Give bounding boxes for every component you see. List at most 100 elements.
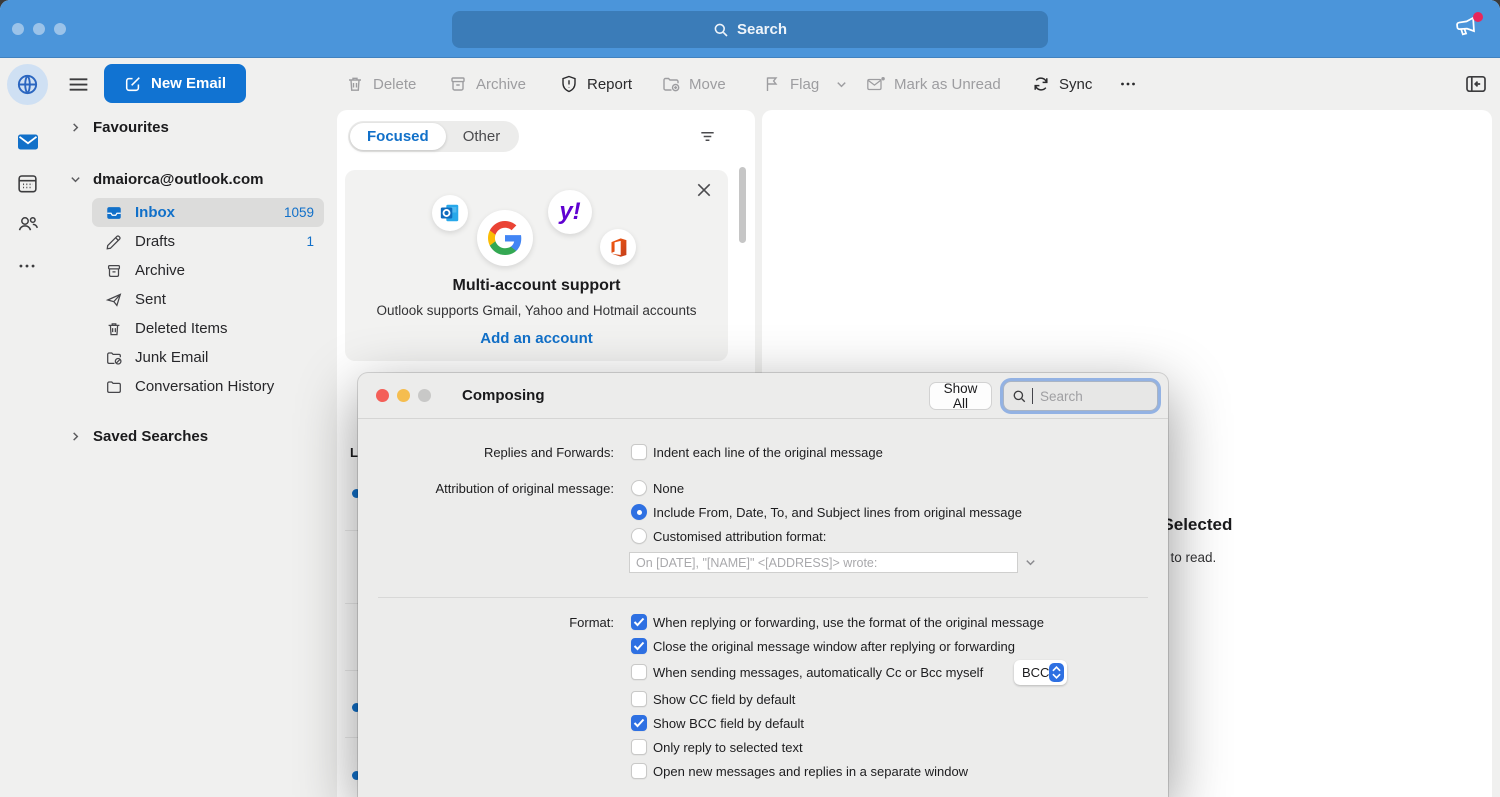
separate-window-checkbox[interactable] <box>631 763 647 779</box>
toolbar-report-button[interactable]: Report <box>559 70 632 98</box>
shield-report-icon <box>559 74 579 94</box>
saved-searches-label: Saved Searches <box>93 428 208 445</box>
sidebar-item-inbox[interactable]: Inbox 1059 <box>92 198 324 227</box>
tab-other[interactable]: Other <box>446 123 518 150</box>
junk-folder-icon <box>105 349 123 367</box>
attribution-format-input[interactable]: On [DATE], "[NAME]" <[ADDRESS]> wrote: <box>629 552 1018 573</box>
sidebar-item-deleted-items[interactable]: Deleted Items <box>92 314 324 343</box>
preferences-search-input[interactable] <box>1038 388 1148 405</box>
trash-icon <box>105 320 123 338</box>
toolbar-mark-unread-label: Mark as Unread <box>894 76 1001 93</box>
attribution-none-radio[interactable] <box>631 480 647 496</box>
global-search-button[interactable]: Search <box>452 11 1048 48</box>
reading-pane-toggle-button[interactable] <box>1464 72 1488 96</box>
whats-new-button[interactable] <box>1452 14 1482 44</box>
dialog-titlebar-divider <box>358 418 1168 419</box>
sidebar-item-conversation-history[interactable]: Conversation History <box>92 372 324 401</box>
sidebar-toggle-button[interactable] <box>66 72 91 97</box>
rail-mail-button[interactable] <box>16 130 39 153</box>
folder-label: Sent <box>135 291 302 308</box>
attribution-include-label: Include From, Date, To, and Subject line… <box>653 505 1022 520</box>
toolbar-flag-label: Flag <box>790 76 819 93</box>
sidebar-item-archive[interactable]: Archive <box>92 256 324 285</box>
add-account-link[interactable]: Add an account <box>345 330 728 347</box>
show-bcc-label: Show BCC field by default <box>653 716 804 731</box>
folder-count: 1059 <box>284 205 314 220</box>
window-zoom-button[interactable] <box>54 23 66 35</box>
toolbar-sync-label: Sync <box>1059 76 1092 93</box>
sidebar-item-junk-email[interactable]: Junk Email <box>92 343 324 372</box>
show-all-label: Show All <box>936 381 985 411</box>
dialog-minimize-button[interactable] <box>397 389 410 402</box>
attribution-custom-radio[interactable] <box>631 528 647 544</box>
folder-icon <box>105 378 123 396</box>
cc-bcc-select[interactable]: BCC <box>1014 660 1067 685</box>
indent-original-checkbox[interactable] <box>631 444 647 460</box>
close-icon[interactable] <box>696 182 712 198</box>
rail-people-button[interactable] <box>16 213 39 236</box>
toolbar-sync-button[interactable]: Sync <box>1031 70 1092 98</box>
sidebar-account-header[interactable]: dmaiorca@outlook.com <box>70 171 264 188</box>
notification-dot <box>1473 12 1483 22</box>
yahoo-icon: y! <box>548 190 592 234</box>
preferences-search-field[interactable] <box>1003 381 1158 411</box>
ellipsis-icon <box>16 255 38 277</box>
attribution-custom-label: Customised attribution format: <box>653 529 826 544</box>
pencil-icon <box>105 233 123 251</box>
new-email-button[interactable]: New Email <box>104 64 246 103</box>
toolbar-mark-unread-button[interactable]: Mark as Unread <box>866 70 1001 98</box>
close-original-window-label: Close the original message window after … <box>653 639 1015 654</box>
folder-count: 1 <box>306 234 314 249</box>
dialog-title: Composing <box>462 387 545 404</box>
chevron-right-icon <box>70 122 81 133</box>
attribution-label: Attribution of original message: <box>374 481 614 496</box>
sidebar-saved-searches-header[interactable]: Saved Searches <box>70 428 208 445</box>
toolbar-delete-button[interactable]: Delete <box>345 70 416 98</box>
sidebar-favourites-header[interactable]: Favourites <box>70 119 169 136</box>
auto-cc-bcc-checkbox[interactable] <box>631 664 647 680</box>
use-original-format-label: When replying or forwarding, use the for… <box>653 615 1044 630</box>
show-bcc-checkbox[interactable] <box>631 715 647 731</box>
composing-preferences-dialog: Composing Show All Replies and Forwards:… <box>358 373 1168 797</box>
toolbar-flag-button[interactable]: Flag <box>762 70 848 98</box>
sidebar-item-sent[interactable]: Sent <box>92 285 324 314</box>
toolbar-delete-label: Delete <box>373 76 416 93</box>
show-all-button[interactable]: Show All <box>929 382 992 410</box>
global-search-label: Search <box>737 21 787 38</box>
window-minimize-button[interactable] <box>33 23 45 35</box>
list-scrollbar[interactable] <box>739 167 746 243</box>
rail-more-button[interactable] <box>16 255 39 278</box>
only-reply-selected-checkbox[interactable] <box>631 739 647 755</box>
mail-unread-icon <box>866 74 886 94</box>
attribution-include-radio[interactable] <box>631 504 647 520</box>
show-cc-checkbox[interactable] <box>631 691 647 707</box>
window-titlebar: Search <box>0 0 1500 58</box>
dialog-zoom-button <box>418 389 431 402</box>
sidebar-item-drafts[interactable]: Drafts 1 <box>92 227 324 256</box>
close-original-window-checkbox[interactable] <box>631 638 647 654</box>
chevron-down-icon <box>70 174 81 185</box>
tab-focused-label: Focused <box>367 128 429 145</box>
promo-subtitle: Outlook supports Gmail, Yahoo and Hotmai… <box>345 303 728 318</box>
replies-forwards-label: Replies and Forwards: <box>374 445 614 460</box>
rail-calendar-button[interactable] <box>16 172 39 195</box>
toolbar-more-button[interactable] <box>1118 70 1138 98</box>
toolbar-archive-button[interactable]: Archive <box>448 70 526 98</box>
use-original-format-checkbox[interactable] <box>631 614 647 630</box>
folder-label: Deleted Items <box>135 320 302 337</box>
tab-focused[interactable]: Focused <box>350 123 446 150</box>
attribution-format-dropdown[interactable] <box>1024 556 1037 569</box>
toolbar-move-button[interactable]: Move <box>661 70 726 98</box>
folder-label: Archive <box>135 262 302 279</box>
indent-original-label: Indent each line of the original message <box>653 445 883 460</box>
account-avatar[interactable] <box>7 64 48 105</box>
sync-icon <box>1031 74 1051 94</box>
archive-icon <box>105 262 123 280</box>
chevron-down-icon[interactable] <box>835 78 848 91</box>
window-close-button[interactable] <box>12 23 24 35</box>
filter-button[interactable] <box>698 127 717 146</box>
dialog-close-button[interactable] <box>376 389 389 402</box>
folder-label: Drafts <box>135 233 294 250</box>
text-caret <box>1032 388 1033 404</box>
toolbar-move-label: Move <box>689 76 726 93</box>
